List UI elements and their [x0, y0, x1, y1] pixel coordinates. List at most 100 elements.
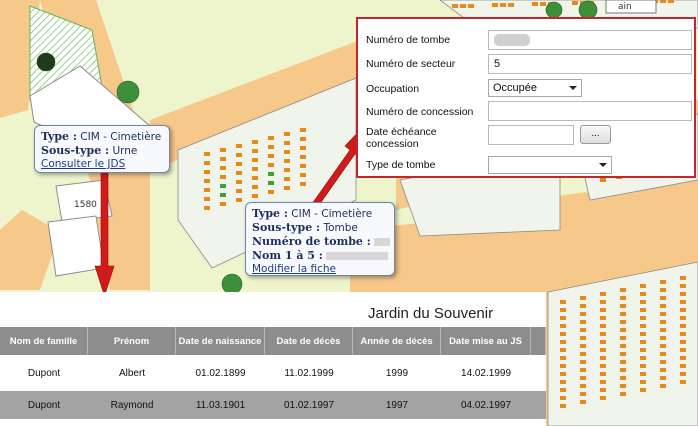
grave-plot [620, 328, 626, 332]
grave-plot [204, 161, 210, 165]
grave-plot [204, 206, 210, 210]
grave-plot [580, 368, 586, 372]
grave-plot [640, 308, 646, 312]
urn-info-tooltip: Type : CIM - Cimetière Sous-type : Urne … [34, 125, 170, 173]
grave-plot [640, 316, 646, 320]
grave-plot [620, 320, 626, 324]
grave-plot [680, 372, 686, 376]
grave-plot [220, 148, 226, 152]
column-header[interactable]: Année de décès [353, 327, 441, 355]
grave-plot [492, 3, 498, 7]
grave-plot [204, 170, 210, 174]
column-header[interactable]: Date mise au JS [441, 327, 531, 355]
grave-plot [680, 276, 686, 280]
grave-plot [236, 198, 242, 202]
grave-plot [600, 308, 606, 312]
grave-number-input[interactable] [488, 30, 692, 50]
grave-plot [640, 388, 646, 392]
grave-plot [580, 360, 586, 364]
grave-plot [580, 328, 586, 332]
type-label: Type : [252, 207, 288, 220]
concession-expiry-input[interactable] [488, 125, 574, 145]
grave-plot [660, 304, 666, 308]
concession-number-input[interactable] [488, 101, 692, 121]
grave-info-tooltip: Type : CIM - Cimetière Sous-type : Tombe… [245, 202, 395, 276]
grave-plot [600, 340, 606, 344]
grave-plot [508, 3, 514, 7]
grave-plot [620, 288, 626, 292]
table-cell: 11.03.1901 [176, 391, 265, 419]
grave-plot [220, 157, 226, 161]
grave-plot [236, 189, 242, 193]
panel-title: Jardin du Souvenir [368, 305, 494, 322]
grave-plot [680, 380, 686, 384]
grave-plot [560, 356, 566, 360]
consult-jds-link[interactable]: Consulter le JDS [41, 158, 125, 170]
table-row[interactable]: Dupont Raymond 11.03.1901 01.02.1997 199… [0, 391, 546, 419]
grave-plot [252, 140, 258, 144]
grave-plot [580, 320, 586, 324]
column-header[interactable]: Nom de famille [0, 327, 88, 355]
grave-plot [284, 177, 290, 181]
grave-plot [640, 340, 646, 344]
grave-plot [560, 404, 566, 408]
sector-number-input[interactable]: 5 [488, 54, 692, 74]
grave-plot [680, 340, 686, 344]
column-header[interactable]: Date de décès [265, 327, 353, 355]
grave-plot [300, 155, 306, 159]
grave-plot [300, 173, 306, 177]
table-cell: 11.02.1999 [265, 355, 353, 391]
column-header[interactable]: Date de naissance [176, 327, 265, 355]
grave-plot [620, 352, 626, 356]
grave-plot [640, 332, 646, 336]
grave-plot [460, 4, 466, 8]
grave-plot [680, 364, 686, 368]
table-cell: 01.02.1899 [176, 355, 265, 391]
occupation-select[interactable]: Occupée [488, 79, 582, 97]
grave-plot [640, 324, 646, 328]
grave-plot [600, 300, 606, 304]
grave-plot [268, 145, 274, 149]
grave-plot [560, 348, 566, 352]
grave-plot [236, 162, 242, 166]
grave-type-select[interactable] [488, 156, 612, 174]
grave-plot [268, 190, 274, 194]
grave-plot [220, 166, 226, 170]
grave-plot [600, 332, 606, 336]
table-cell: Dupont [0, 391, 88, 419]
grave-plot [284, 150, 290, 154]
date-picker-button[interactable]: ... [580, 125, 611, 144]
grave-plot [600, 348, 606, 352]
grave-plot [620, 344, 626, 348]
grave-plot [468, 4, 474, 8]
column-header[interactable]: Prénom [88, 327, 176, 355]
grave-plot [580, 352, 586, 356]
grave-plot [204, 197, 210, 201]
grave-plot [580, 312, 586, 316]
grave-plot [600, 324, 606, 328]
grave-plot [252, 149, 258, 153]
names-label: Nom 1 à 5 : [252, 249, 323, 262]
grave-plot [284, 132, 290, 136]
grave-plot [660, 352, 666, 356]
chevron-down-icon [569, 86, 577, 90]
grave-plot [560, 316, 566, 320]
table-cell [531, 355, 546, 391]
grave-plot [660, 376, 666, 380]
redacted-value [494, 34, 530, 47]
grave-plot [620, 376, 626, 380]
table-row[interactable]: Dupont Albert 01.02.1899 11.02.1999 1999… [0, 355, 546, 391]
sector-number-label: Numéro de secteur [366, 58, 456, 70]
grave-plot [620, 336, 626, 340]
table-cell: 01.02.1997 [265, 391, 353, 419]
grave-plot [600, 356, 606, 360]
type-value: CIM - Cimetière [80, 131, 162, 143]
edit-record-link[interactable]: Modifier la fiche [252, 263, 336, 275]
subtype-value: Urne [112, 145, 138, 157]
grave-plot [660, 328, 666, 332]
grave-plot [236, 171, 242, 175]
chevron-down-icon [599, 163, 607, 167]
grave-plot [668, 0, 674, 3]
grave-plot [220, 193, 226, 197]
grave-plot [452, 4, 458, 8]
